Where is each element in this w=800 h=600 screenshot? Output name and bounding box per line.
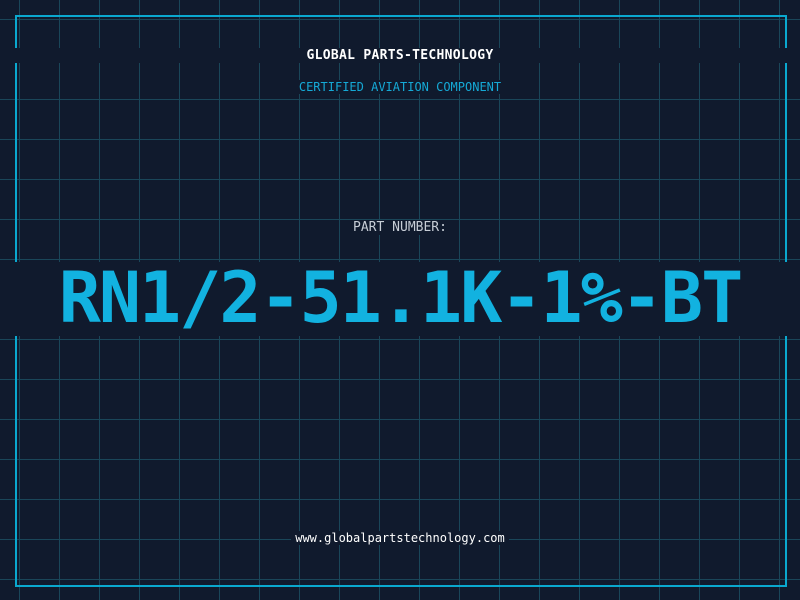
certification-subtitle: CERTIFIED AVIATION COMPONENT <box>0 80 800 94</box>
part-number-value: RN1/2-51.1K-1%-BT <box>58 257 743 339</box>
website-url: www.globalpartstechnology.com <box>0 531 800 545</box>
part-number-label-text: PART NUMBER: <box>349 220 451 235</box>
certification-subtitle-text: CERTIFIED AVIATION COMPONENT <box>294 80 506 94</box>
part-number-label: PART NUMBER: <box>0 220 800 235</box>
certificate-card: GLOBAL PARTS-TECHNOLOGY CERTIFIED AVIATI… <box>0 0 800 600</box>
company-name: GLOBAL PARTS-TECHNOLOGY <box>0 48 800 63</box>
website-url-text: www.globalpartstechnology.com <box>291 531 509 545</box>
company-name-text: GLOBAL PARTS-TECHNOLOGY <box>302 48 498 63</box>
